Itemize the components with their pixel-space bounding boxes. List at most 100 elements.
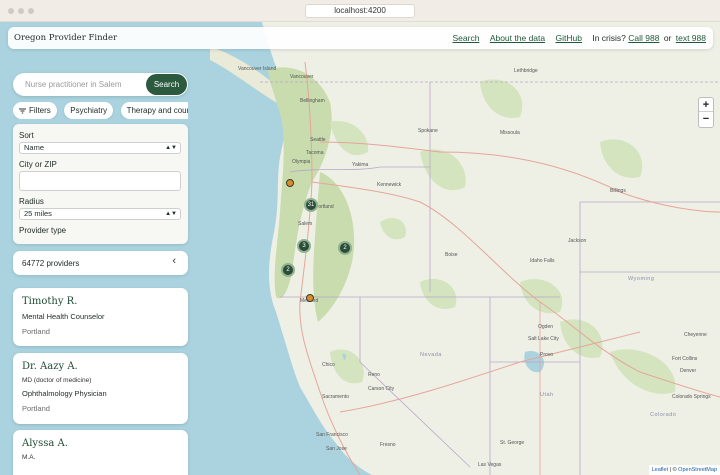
search-bar: Search bbox=[13, 73, 188, 96]
city-label: City or ZIP bbox=[19, 160, 57, 169]
provider-name[interactable]: Timothy R. bbox=[22, 296, 179, 307]
provider-city: Portland bbox=[22, 404, 50, 413]
address-bar[interactable]: localhost:4200 bbox=[305, 4, 415, 18]
provider-marker[interactable] bbox=[306, 294, 314, 302]
map-label: San Jose bbox=[326, 446, 347, 452]
map-label: Seattle bbox=[310, 137, 326, 143]
map-label: Cheyenne bbox=[684, 332, 707, 338]
map-label: Vancouver bbox=[290, 74, 314, 80]
map-label: Sacramento bbox=[322, 394, 349, 400]
therapy-chip[interactable]: Therapy and counseling bbox=[120, 102, 188, 119]
provider-name[interactable]: Dr. Aazy A. bbox=[22, 361, 179, 372]
map-label: Olympia bbox=[292, 159, 311, 165]
cluster-marker[interactable]: 3 bbox=[297, 239, 311, 253]
provider-title: Mental Health Counselor bbox=[22, 312, 105, 321]
map-label: Carson City bbox=[368, 386, 395, 392]
map-region-label: Wyoming bbox=[628, 276, 655, 282]
map-label: Provo bbox=[540, 352, 554, 358]
top-nav-bar: Oregon Provider Finder Search About the … bbox=[8, 27, 713, 49]
map-label: Bellingham bbox=[300, 98, 325, 104]
map-region-label: Utah bbox=[540, 392, 554, 398]
filter-panel: Sort Name ▲▼ City or ZIP Radius 25 miles… bbox=[13, 124, 188, 244]
map-label: Billings bbox=[610, 188, 626, 194]
city-zip-input[interactable] bbox=[19, 171, 181, 191]
sort-label: Sort bbox=[19, 131, 34, 140]
map-label: Chico bbox=[322, 362, 335, 368]
provider-card[interactable]: Timothy R. Mental Health Counselor Portl… bbox=[13, 288, 188, 346]
provider-title: Ophthalmology Physician bbox=[22, 389, 107, 398]
provider-marker[interactable] bbox=[286, 179, 294, 187]
cluster-marker[interactable]: 31 bbox=[304, 198, 318, 212]
crisis-label: In crisis? bbox=[592, 33, 626, 43]
map-label: Colorado Springs bbox=[672, 394, 711, 400]
results-count: 64772 providers bbox=[22, 259, 80, 268]
nav-links: Search About the data GitHub In crisis? … bbox=[445, 33, 707, 43]
zoom-control: + − bbox=[698, 97, 714, 128]
nav-about-link[interactable]: About the data bbox=[490, 33, 545, 43]
attribution-separator: | © bbox=[669, 467, 677, 473]
provider-card[interactable]: Dr. Aazy A. MD (doctor of medicine) Opht… bbox=[13, 353, 188, 424]
map-label: Boise bbox=[445, 252, 458, 258]
map-label: Yakima bbox=[352, 162, 369, 168]
provider-city: Portland bbox=[22, 327, 50, 336]
map-label: San Francisco bbox=[316, 432, 348, 438]
filter-icon bbox=[19, 108, 26, 114]
map-label: Missoula bbox=[500, 130, 520, 136]
results-count-bar: 64772 providers ‹ bbox=[13, 251, 188, 275]
chevron-updown-icon: ▲▼ bbox=[165, 145, 177, 151]
radius-select[interactable]: 25 miles ▲▼ bbox=[19, 208, 181, 220]
map-label: Tacoma bbox=[306, 150, 324, 156]
window-close-icon[interactable] bbox=[8, 8, 14, 14]
map-attribution: Leaflet | © OpenStreetMap bbox=[648, 465, 720, 475]
text-988-link[interactable]: text 988 bbox=[676, 33, 706, 43]
brand-title[interactable]: Oregon Provider Finder bbox=[14, 33, 117, 43]
map-label: Spokane bbox=[418, 128, 438, 134]
map-region-label: Nevada bbox=[420, 352, 442, 358]
map-label: Jackson bbox=[568, 238, 587, 244]
provider-credential: M.A. bbox=[22, 454, 36, 461]
map-region-label: Colorado bbox=[650, 412, 677, 418]
sort-select[interactable]: Name ▲▼ bbox=[19, 142, 181, 154]
map-label: Lethbridge bbox=[514, 68, 538, 74]
nav-github-link[interactable]: GitHub bbox=[555, 33, 581, 43]
map-label: Fresno bbox=[380, 442, 396, 448]
cluster-marker[interactable]: 2 bbox=[338, 241, 352, 255]
radius-value: 25 miles bbox=[24, 209, 52, 218]
provider-name[interactable]: Alyssa A. bbox=[22, 438, 179, 449]
map-label: Salt Lake City bbox=[528, 336, 559, 342]
nav-search-link[interactable]: Search bbox=[453, 33, 480, 43]
filter-chips: Filters Psychiatry Therapy and counselin… bbox=[13, 102, 188, 119]
radius-label: Radius bbox=[19, 197, 44, 206]
browser-chrome: localhost:4200 bbox=[0, 0, 720, 22]
call-988-link[interactable]: Call 988 bbox=[628, 33, 659, 43]
map-label: Kennewick bbox=[377, 182, 402, 188]
map-label: Denver bbox=[680, 368, 697, 374]
provider-credential: MD (doctor of medicine) bbox=[22, 377, 92, 384]
leaflet-link[interactable]: Leaflet bbox=[652, 467, 669, 473]
map-label: St. George bbox=[500, 440, 525, 446]
sort-value: Name bbox=[24, 143, 45, 152]
map-label: Vancouver Island bbox=[238, 66, 277, 72]
map-label: Ogden bbox=[538, 324, 554, 330]
map-label: Las Vegas bbox=[478, 462, 502, 468]
map-label: Reno bbox=[368, 372, 380, 378]
psychiatry-chip[interactable]: Psychiatry bbox=[64, 102, 114, 119]
zoom-in-button[interactable]: + bbox=[699, 98, 713, 112]
window-minimize-icon[interactable] bbox=[18, 8, 24, 14]
window-maximize-icon[interactable] bbox=[28, 8, 34, 14]
openstreetmap-link[interactable]: OpenStreetMap bbox=[678, 467, 717, 473]
cluster-marker[interactable]: 2 bbox=[281, 263, 295, 277]
search-input[interactable] bbox=[13, 73, 145, 96]
zoom-out-button[interactable]: − bbox=[699, 112, 713, 126]
collapse-panel-button[interactable]: ‹ bbox=[172, 255, 176, 267]
map-label: Idaho Falls bbox=[530, 258, 555, 264]
crisis-or-text: or bbox=[663, 33, 672, 43]
chevron-updown-icon: ▲▼ bbox=[165, 211, 177, 217]
map-label: Fort Collins bbox=[672, 356, 698, 362]
provider-card[interactable]: Alyssa A. M.A. bbox=[13, 430, 188, 475]
map-label: Salem bbox=[298, 221, 313, 227]
filters-chip[interactable]: Filters bbox=[13, 102, 57, 119]
search-button[interactable]: Search bbox=[146, 74, 187, 95]
provider-type-label: Provider type bbox=[19, 226, 67, 235]
chip-label: Filters bbox=[29, 106, 51, 115]
